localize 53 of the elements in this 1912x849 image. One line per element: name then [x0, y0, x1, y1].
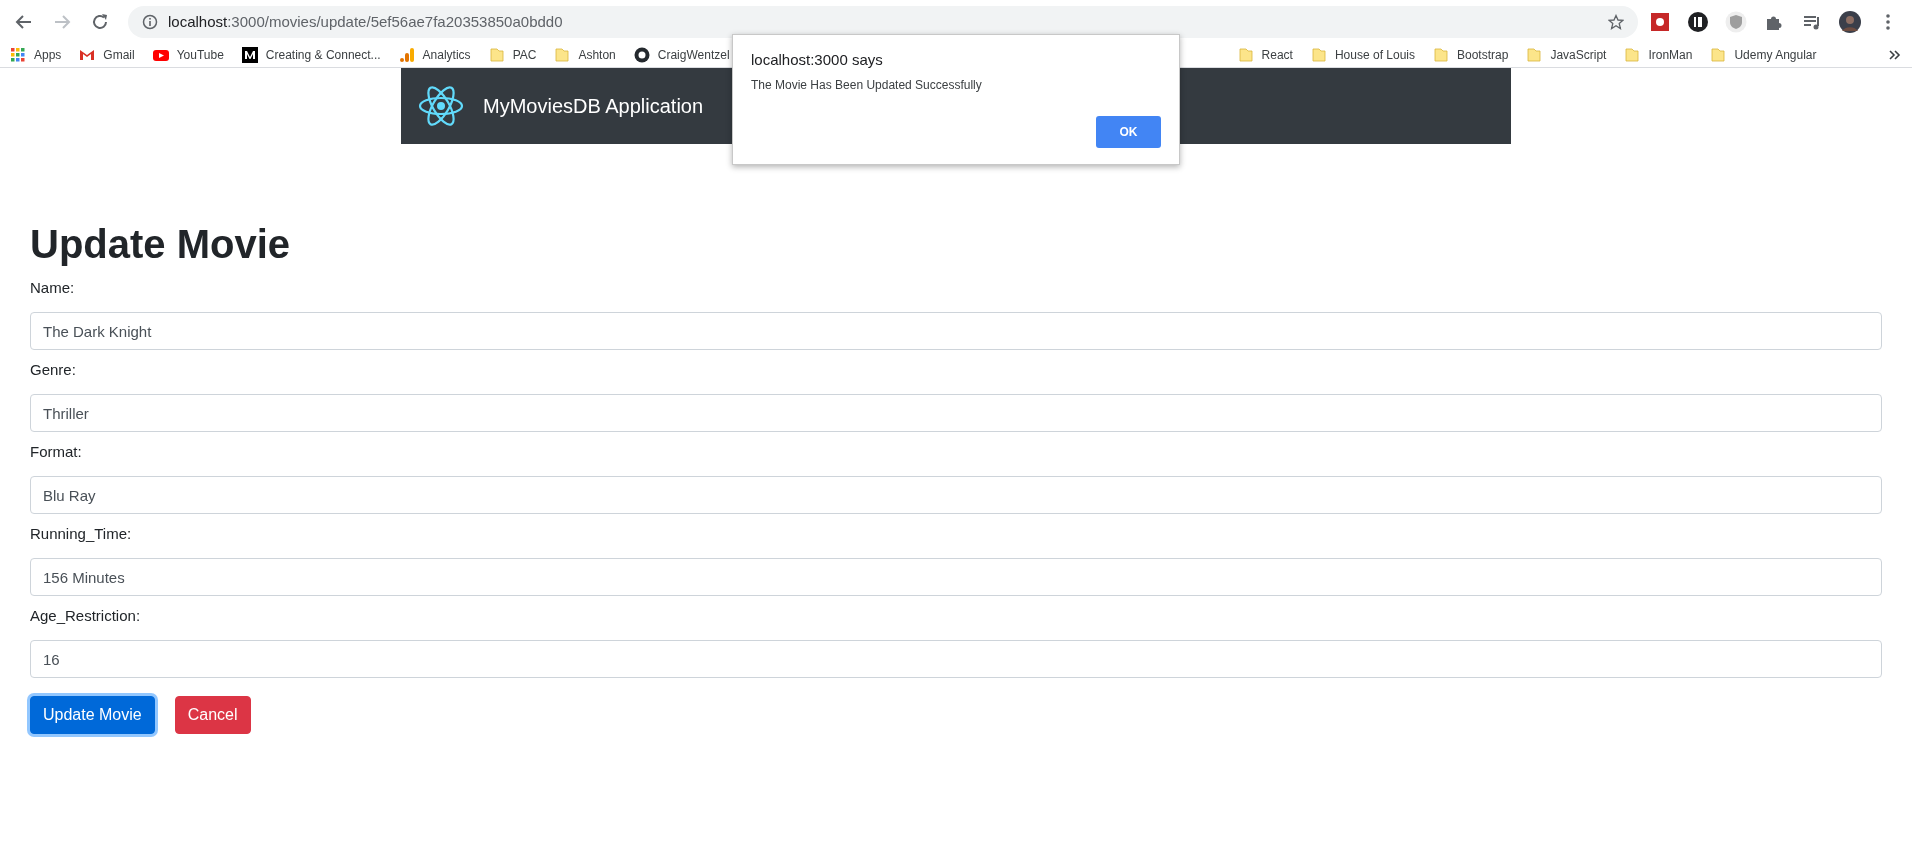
text-field[interactable]: 16 [30, 640, 1882, 678]
extension-icon[interactable] [1687, 10, 1709, 33]
info-icon[interactable] [142, 13, 158, 30]
letter-m-icon [241, 47, 258, 63]
cancel-button[interactable]: Cancel [174, 696, 251, 734]
field-label: Running_Time: [30, 524, 133, 544]
bookmark-link[interactable]: Analytics [398, 47, 471, 63]
text-field[interactable]: The Dark Knight [30, 312, 1882, 350]
bookmark-link[interactable]: Bootstrap [1433, 47, 1509, 63]
mail-icon [79, 47, 96, 63]
folder-icon [1710, 47, 1727, 63]
bookmark-link[interactable]: Udemy Angular [1710, 47, 1817, 63]
ok-button[interactable]: OK [1096, 116, 1161, 148]
bookmark-link[interactable]: Creating & Connect... [241, 47, 381, 63]
folder-icon [1237, 47, 1254, 63]
text-field[interactable]: Blu Ray [30, 476, 1882, 514]
field-label: Age_Restriction: [30, 606, 142, 626]
bar-chart-icon [398, 47, 415, 63]
field-label: Name: [30, 278, 76, 298]
bookmark-link[interactable]: React [1237, 47, 1293, 63]
brand-title[interactable]: MyMoviesDB Application [483, 94, 704, 118]
atom-icon [417, 84, 465, 128]
avatar-icon[interactable] [1839, 10, 1861, 33]
submit-button[interactable]: Update Movie [30, 696, 155, 734]
url-text: localhost:3000/movies/update/5ef56ae7fa20353850a0bdd0 [168, 13, 564, 30]
bookmark-link[interactable]: PAC [488, 47, 537, 63]
bookmark-link[interactable]: House of Louis [1310, 47, 1415, 63]
bookmark-link[interactable]: Gmail [79, 47, 135, 63]
reload-icon[interactable] [90, 11, 110, 32]
star-icon[interactable] [1608, 13, 1624, 30]
field-label: Format: [30, 442, 83, 462]
field-label: Genre: [30, 360, 77, 380]
bookmark-link[interactable]: Ashton [554, 47, 616, 63]
folder-icon [488, 47, 505, 63]
shield-icon[interactable] [1725, 10, 1747, 33]
page-title: Update Movie [30, 221, 292, 268]
folder-icon [1310, 47, 1327, 63]
folder-icon [1526, 47, 1543, 63]
dialog-message: The Movie Has Been Updated Successfully [751, 78, 983, 92]
bookmark-link[interactable]: JavaScript [1526, 47, 1607, 63]
folder-icon [1433, 47, 1449, 63]
folder-icon [554, 47, 571, 63]
dialog-title: localhost:3000 says [751, 51, 884, 68]
bookmark-link[interactable]: IronMan [1624, 47, 1693, 63]
bookmark-link[interactable]: YouTube [152, 47, 224, 63]
apps-grid-icon [10, 47, 26, 63]
bookmark-link[interactable]: CraigWentzel [633, 47, 730, 63]
text-field[interactable]: 156 Minutes [30, 558, 1882, 596]
play-icon [152, 47, 169, 63]
bookmark-link[interactable]: Apps [10, 47, 62, 63]
address-bar[interactable]: localhost:3000/movies/update/5ef56ae7fa20353850a0bdd0 [128, 5, 1638, 38]
folder-icon [1624, 47, 1641, 63]
text-field[interactable]: Thriller [30, 394, 1882, 432]
